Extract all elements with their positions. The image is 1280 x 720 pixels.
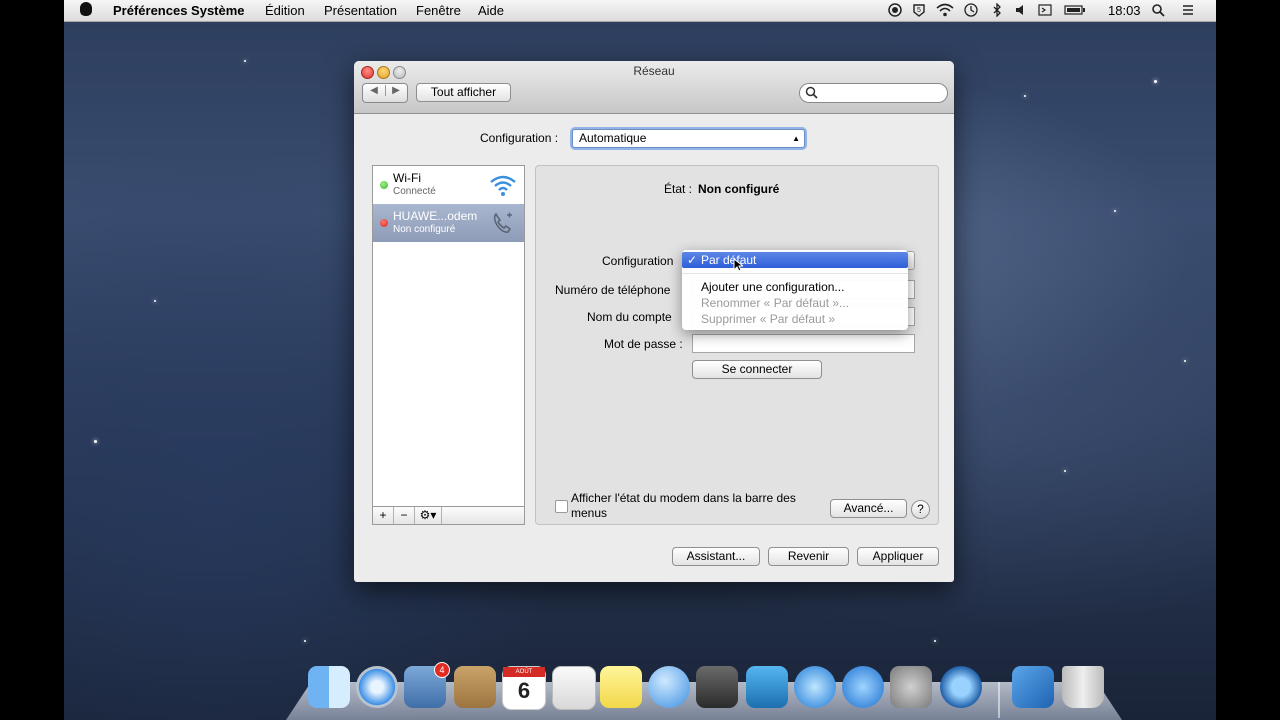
configuration-popup-menu: ✓ Par défaut Ajouter une configuration..… bbox=[682, 250, 908, 330]
service-status: Connecté bbox=[393, 186, 436, 197]
mouse-cursor-icon bbox=[733, 257, 745, 275]
mail-icon[interactable]: 4 bbox=[404, 662, 450, 708]
chevron-updown-icon: ▲ bbox=[792, 134, 800, 143]
menu-separator bbox=[682, 273, 908, 274]
photo-booth-icon[interactable] bbox=[746, 666, 788, 708]
dock-separator bbox=[998, 682, 1000, 718]
menu-item-label: Renommer « Par défaut »... bbox=[701, 296, 850, 310]
back-button[interactable]: ◀ bbox=[363, 85, 386, 96]
quicktime-icon[interactable] bbox=[940, 666, 982, 708]
revert-button[interactable]: Revenir bbox=[768, 547, 849, 566]
advanced-button[interactable]: Avancé... bbox=[830, 499, 907, 518]
volume-icon[interactable] bbox=[1014, 3, 1028, 17]
svg-text:5: 5 bbox=[917, 7, 921, 14]
status-value: Non configuré bbox=[698, 182, 780, 196]
record-icon[interactable] bbox=[888, 3, 902, 17]
remove-service-button[interactable]: − bbox=[394, 507, 415, 524]
help-button[interactable]: ? bbox=[911, 500, 930, 519]
system-preferences-icon[interactable] bbox=[890, 666, 932, 708]
checkmark-icon: ✓ bbox=[687, 253, 698, 267]
menu-bar:  Préférences Système Édition Présentati… bbox=[64, 0, 1216, 22]
time-machine-icon[interactable] bbox=[964, 3, 978, 17]
menu-item-label: Ajouter une configuration... bbox=[701, 280, 845, 294]
apple-logo-icon[interactable] bbox=[80, 2, 92, 16]
connect-button[interactable]: Se connecter bbox=[692, 360, 822, 379]
password-field[interactable] bbox=[692, 334, 915, 353]
add-service-button[interactable]: + bbox=[373, 507, 394, 524]
location-value: Automatique bbox=[579, 131, 647, 145]
desktop:  Préférences Système Édition Présentati… bbox=[64, 0, 1216, 720]
services-list: Wi-Fi Connecté HUAWE...odem Non configur… bbox=[372, 165, 525, 507]
service-name: HUAWE...odem bbox=[393, 209, 478, 223]
s5-icon[interactable]: 5 bbox=[912, 3, 926, 17]
mail-badge: 4 bbox=[434, 662, 450, 678]
wifi-icon[interactable] bbox=[936, 3, 954, 17]
menu-item-label: Par défaut bbox=[701, 253, 757, 267]
status-dot-red bbox=[380, 219, 388, 227]
calendar-month: AOÛT bbox=[503, 667, 545, 677]
service-status: Non configuré bbox=[393, 224, 456, 235]
show-status-label: Afficher l'état du modem dans la barre d… bbox=[571, 491, 796, 520]
calendar-icon[interactable]: AOÛT 6 bbox=[502, 666, 546, 710]
trash-icon[interactable] bbox=[1062, 666, 1104, 708]
dock: 4 AOÛT 6 bbox=[286, 660, 1122, 720]
battery-icon[interactable] bbox=[1064, 3, 1086, 17]
finder-icon[interactable] bbox=[308, 666, 350, 708]
calendar-day: 6 bbox=[517, 678, 531, 703]
list-icon[interactable] bbox=[1181, 3, 1195, 17]
phone-icon bbox=[491, 211, 517, 240]
messages-icon[interactable] bbox=[648, 666, 690, 708]
service-item-wifi[interactable]: Wi-Fi Connecté bbox=[373, 166, 524, 204]
menu-item-par-defaut[interactable]: ✓ Par défaut bbox=[682, 252, 908, 268]
notes-icon[interactable] bbox=[600, 666, 642, 708]
menu-fenetre[interactable]: Fenêtre bbox=[416, 3, 461, 18]
service-name: Wi-Fi bbox=[393, 171, 421, 185]
gear-menu-button[interactable]: ⚙▾ bbox=[415, 507, 442, 524]
show-all-button[interactable]: Tout afficher bbox=[416, 83, 511, 102]
network-window: Réseau ◀ ▶ Tout afficher Configuration :… bbox=[354, 61, 954, 582]
menu-item-rename-config: Renommer « Par défaut »... bbox=[682, 295, 908, 311]
menu-presentation[interactable]: Présentation bbox=[324, 3, 397, 18]
window-toolbar: Réseau ◀ ▶ Tout afficher bbox=[354, 61, 954, 114]
menu-item-add-config[interactable]: Ajouter une configuration... bbox=[682, 279, 908, 295]
location-select[interactable]: Automatique ▲ bbox=[572, 129, 805, 148]
location-label: Configuration : bbox=[480, 131, 559, 145]
configuration-label: Configuration bbox=[602, 254, 674, 268]
input-icon[interactable] bbox=[1038, 3, 1052, 17]
contacts-icon[interactable] bbox=[454, 666, 496, 708]
apply-button[interactable]: Appliquer bbox=[857, 547, 939, 566]
status-dot-green bbox=[380, 181, 388, 189]
vmware-icon[interactable] bbox=[1012, 666, 1054, 708]
spotlight-icon[interactable] bbox=[1151, 3, 1165, 17]
app-store-icon[interactable] bbox=[842, 666, 884, 708]
service-detail-panel: État : Non configuré Configuration Numér… bbox=[535, 165, 939, 525]
assistant-button[interactable]: Assistant... bbox=[672, 547, 760, 566]
phone-number-label: Numéro de téléphone bbox=[555, 283, 671, 297]
safari-icon[interactable] bbox=[356, 666, 398, 708]
menu-aide[interactable]: Aide bbox=[478, 3, 504, 18]
menu-item-label: Supprimer « Par défaut » bbox=[701, 312, 836, 326]
reminders-icon[interactable] bbox=[552, 666, 596, 710]
forward-button[interactable]: ▶ bbox=[385, 85, 407, 96]
app-menu[interactable]: Préférences Système bbox=[113, 3, 245, 18]
wifi-icon bbox=[489, 173, 517, 202]
search-input[interactable] bbox=[799, 83, 948, 103]
bluetooth-icon[interactable] bbox=[990, 2, 1004, 18]
status-label: État : bbox=[664, 182, 693, 196]
back-forward-buttons: ◀ ▶ bbox=[362, 83, 408, 103]
show-status-checkbox[interactable] bbox=[555, 500, 568, 513]
clock[interactable]: 18:03 bbox=[1108, 3, 1141, 18]
itunes-icon[interactable] bbox=[794, 666, 836, 708]
account-name-label: Nom du compte bbox=[587, 310, 672, 324]
service-item-huawei-modem[interactable]: HUAWE...odem Non configuré bbox=[373, 204, 524, 242]
window-title: Réseau bbox=[633, 64, 675, 78]
gear-icon: ⚙▾ bbox=[419, 508, 437, 522]
search-icon bbox=[805, 86, 818, 104]
password-label: Mot de passe : bbox=[604, 337, 683, 351]
menu-edition[interactable]: Édition bbox=[265, 3, 305, 18]
facetime-icon[interactable] bbox=[696, 666, 738, 708]
menu-item-delete-config: Supprimer « Par défaut » bbox=[682, 311, 908, 327]
services-toolbar: + − ⚙▾ bbox=[372, 506, 525, 525]
